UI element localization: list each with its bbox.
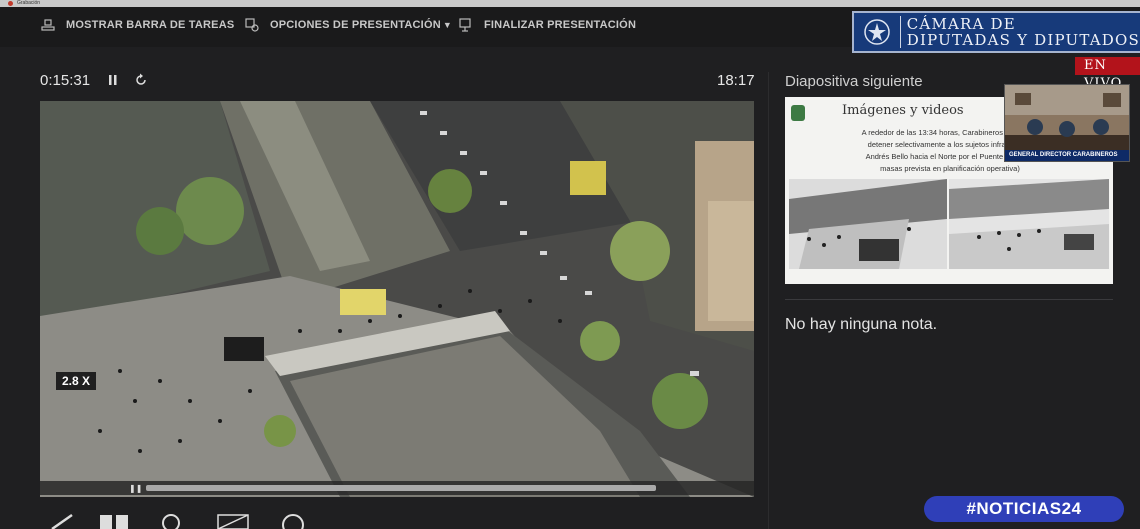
current-time: 18:17 — [717, 72, 755, 89]
recording-label: Grabación — [17, 0, 41, 6]
zoom-slide-icon[interactable] — [158, 513, 186, 529]
dropdown-arrow-icon: ▼ — [442, 20, 452, 30]
show-taskbar-button[interactable]: MOSTRAR BARRA DE TAREAS — [40, 16, 234, 34]
live-badge: EN VIVO — [1075, 57, 1140, 91]
slide-photo-right — [949, 179, 1109, 269]
show-taskbar-label: MOSTRAR BARRA DE TAREAS — [66, 19, 235, 31]
window-title-bar: Grabación — [0, 0, 1140, 7]
taskbar-icon — [41, 19, 55, 31]
channel-tag: #NOTICIAS24 — [924, 496, 1124, 522]
chamber-name: CÁMARA DE DIPUTADAS Y DIPUTADOS — [899, 16, 1140, 48]
more-options-icon[interactable] — [276, 513, 310, 529]
chamber-seal-icon — [854, 15, 900, 49]
recording-dot-icon — [8, 1, 13, 6]
elapsed-timer: 0:15:31 — [40, 72, 91, 89]
zoom-indicator: 2.8 X — [56, 372, 97, 390]
scrubber-track[interactable] — [146, 485, 656, 491]
reset-timer-icon[interactable] — [134, 73, 148, 87]
chamber-logo: CÁMARA DE DIPUTADAS Y DIPUTADOS — [852, 11, 1140, 53]
end-presentation-icon — [459, 18, 471, 32]
speaker-notes: No hay ninguna nota. — [785, 316, 938, 333]
video-pause-icon[interactable]: ❚❚ — [129, 484, 142, 493]
end-presentation-label: FINALIZAR PRESENTACIÓN — [484, 19, 637, 31]
aerial-video-frame — [40, 101, 754, 497]
carabineros-badge-icon — [791, 105, 805, 121]
next-slide-title: Imágenes y videos — [842, 103, 964, 118]
video-scrubber[interactable]: ❚❚ — [40, 481, 754, 495]
pause-timer-icon[interactable] — [107, 73, 119, 87]
slide-photo-left — [789, 179, 947, 269]
presentation-options-label: OPCIONES DE PRESENTACIÓN — [270, 19, 441, 31]
next-slide-label: Diapositiva siguiente — [785, 73, 923, 90]
all-slides-icon[interactable] — [98, 513, 132, 529]
pen-icon[interactable] — [48, 513, 76, 529]
panel-divider — [768, 72, 769, 529]
current-slide-video[interactable]: 2.8 X — [40, 101, 754, 497]
end-presentation-button[interactable]: FINALIZAR PRESENTACIÓN — [458, 16, 636, 34]
notes-divider — [785, 299, 1113, 300]
pip-caption: GENERAL DIRECTOR CARABINEROS — [1005, 150, 1129, 161]
presentation-options-icon — [245, 18, 259, 32]
presentation-options-button[interactable]: OPCIONES DE PRESENTACIÓN ▼ — [244, 16, 452, 34]
black-screen-icon[interactable] — [216, 513, 250, 529]
pip-camera-feed: GENERAL DIRECTOR CARABINEROS — [1004, 84, 1130, 162]
